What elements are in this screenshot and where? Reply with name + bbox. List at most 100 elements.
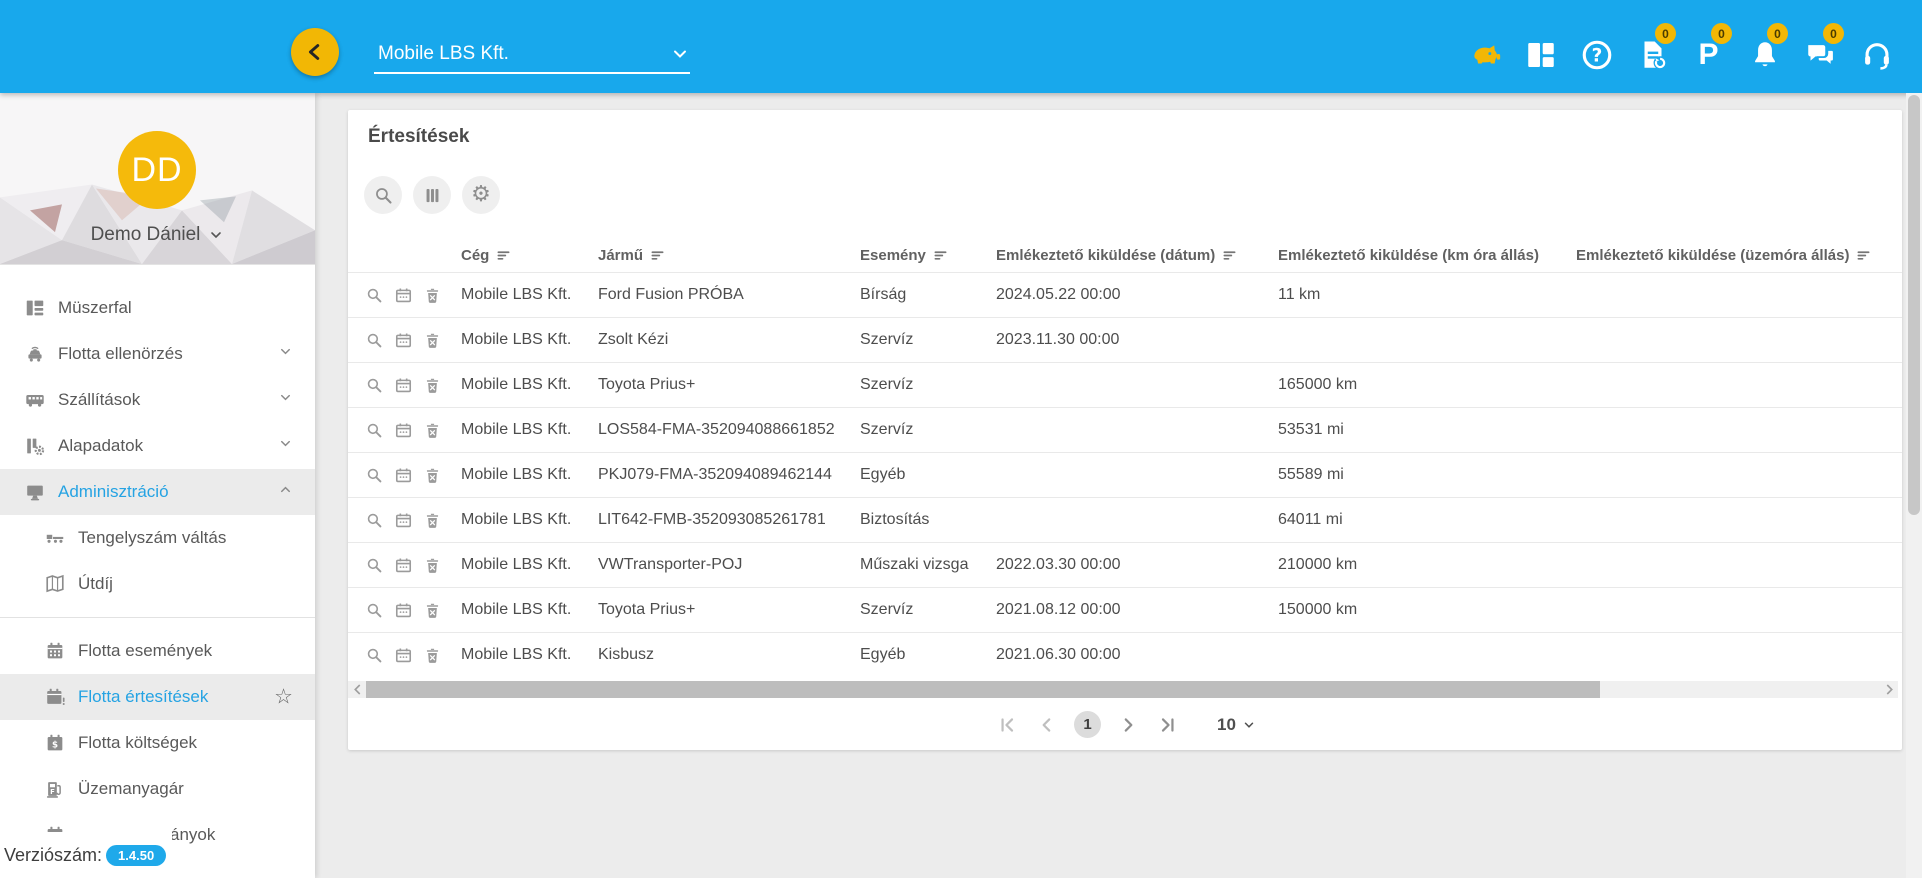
reports-button[interactable]: 0 xyxy=(1633,32,1672,72)
row-delete-button[interactable] xyxy=(423,331,442,350)
messages-button[interactable]: 0 xyxy=(1801,32,1840,72)
support-button[interactable] xyxy=(1857,32,1896,72)
last-page-button[interactable] xyxy=(1155,712,1181,738)
sidebar-item-label: Tengelyszám váltás xyxy=(78,528,226,548)
row-view-button[interactable] xyxy=(365,466,384,485)
row-delete-button[interactable] xyxy=(423,421,442,440)
row-view-button[interactable] xyxy=(365,511,384,530)
table-row[interactable]: Mobile LBS Kft. Ford Fusion PRÓBA Bírság… xyxy=(348,272,1902,317)
table-row[interactable]: Mobile LBS Kft. PKJ079-FMA-3520940894621… xyxy=(348,452,1902,497)
row-view-button[interactable] xyxy=(365,286,384,305)
horizontal-scroll-thumb[interactable] xyxy=(366,681,1600,698)
favorite-star-icon[interactable]: ☆ xyxy=(274,685,293,709)
help-button[interactable]: ? xyxy=(1577,32,1616,72)
sidebar-item-dashboard[interactable]: Müszerfal xyxy=(0,285,315,331)
row-delete-button[interactable] xyxy=(423,376,442,395)
previous-page-button[interactable] xyxy=(1034,712,1060,738)
cell-company: Mobile LBS Kft. xyxy=(461,556,598,574)
table-row[interactable]: Mobile LBS Kft. Toyota Prius+ Szervíz 20… xyxy=(348,587,1902,632)
row-view-button[interactable] xyxy=(365,421,384,440)
row-calendar-button[interactable] xyxy=(394,556,413,575)
cell-company: Mobile LBS Kft. xyxy=(461,376,598,394)
parking-button[interactable]: P 0 xyxy=(1689,32,1728,72)
version-badge: 1.4.50 xyxy=(106,845,166,866)
sidebar-item-administration[interactable]: Adminisztráció xyxy=(0,469,315,515)
pagination: 1 10 xyxy=(348,711,1902,738)
sidebar-item-master-data[interactable]: Alapadatok xyxy=(0,423,315,469)
chevron-down-icon xyxy=(208,227,224,243)
user-menu[interactable]: Demo Dániel xyxy=(0,224,315,246)
first-page-button[interactable] xyxy=(994,712,1020,738)
row-view-button[interactable] xyxy=(365,331,384,350)
cell-reminder-date: 2024.05.22 00:00 xyxy=(996,286,1278,304)
topbar: Mobile LBS Kft. ? 0 P 0 0 xyxy=(0,0,1922,93)
sidebar-item-toll[interactable]: Útdíj xyxy=(0,561,315,607)
row-delete-button[interactable] xyxy=(423,511,442,530)
row-view-button[interactable] xyxy=(365,601,384,620)
row-calendar-button[interactable] xyxy=(394,376,413,395)
help-icon: ? xyxy=(1580,38,1614,72)
header-company[interactable]: Cég xyxy=(461,247,598,264)
page-size-select[interactable]: 10 xyxy=(1217,715,1256,735)
sidebar-item-fuel-price[interactable]: F Üzemanyagár xyxy=(0,766,315,812)
avatar[interactable]: DD xyxy=(118,131,196,209)
row-calendar-button[interactable] xyxy=(394,511,413,530)
row-delete-button[interactable] xyxy=(423,646,442,665)
header-event[interactable]: Esemény xyxy=(860,247,996,264)
row-delete-button[interactable] xyxy=(423,601,442,620)
sidebar-item-transports[interactable]: Szállítások xyxy=(0,377,315,423)
row-calendar-button[interactable] xyxy=(394,646,413,665)
scroll-left-arrow[interactable] xyxy=(350,681,364,698)
vertical-scrollbar[interactable] xyxy=(1906,93,1922,878)
cell-vehicle: LOS584-FMA-352094088661852 xyxy=(598,421,860,439)
table-row[interactable]: Mobile LBS Kft. Kisbusz Egyéb 2021.06.30… xyxy=(348,632,1902,677)
horizontal-scrollbar[interactable] xyxy=(348,681,1898,698)
sidebar-item-fleet-notifications[interactable]: Flotta értesítések ☆ xyxy=(0,674,315,720)
next-page-button[interactable] xyxy=(1115,712,1141,738)
header-reminder-date[interactable]: Emlékeztető kiküldése (dátum) xyxy=(996,247,1278,264)
sidebar-item-label: Flotta értesítések xyxy=(78,687,208,707)
row-calendar-button[interactable] xyxy=(394,286,413,305)
row-view-button[interactable] xyxy=(365,646,384,665)
scroll-right-arrow[interactable] xyxy=(1882,681,1896,698)
search-button[interactable] xyxy=(364,176,402,214)
gear-icon: ⚙ xyxy=(471,184,491,206)
row-calendar-button[interactable] xyxy=(394,601,413,620)
cell-company: Mobile LBS Kft. xyxy=(461,646,598,664)
header-vehicle[interactable]: Jármű xyxy=(598,247,860,264)
back-button[interactable] xyxy=(291,28,339,76)
table-row[interactable]: Mobile LBS Kft. Zsolt Kézi Szervíz 2023.… xyxy=(348,317,1902,362)
header-reminder-km[interactable]: Emlékeztető kiküldése (km óra állás) xyxy=(1278,247,1576,264)
columns-button[interactable] xyxy=(413,176,451,214)
header-reminder-hours[interactable]: Emlékeztető kiküldése (üzemóra állás) xyxy=(1576,247,1902,264)
sidebar-item-fleet-check[interactable]: Flotta ellenörzés xyxy=(0,331,315,377)
row-delete-button[interactable] xyxy=(423,466,442,485)
company-select[interactable]: Mobile LBS Kft. xyxy=(374,36,690,74)
notifications-button[interactable]: 0 xyxy=(1745,32,1784,72)
row-view-button[interactable] xyxy=(365,556,384,575)
row-calendar-button[interactable] xyxy=(394,331,413,350)
table-row[interactable]: Mobile LBS Kft. LIT642-FMB-3520930852617… xyxy=(348,497,1902,542)
sidebar-item-fleet-costs[interactable]: $ Flotta költségek xyxy=(0,720,315,766)
row-delete-button[interactable] xyxy=(423,556,442,575)
table-row[interactable]: Mobile LBS Kft. VWTransporter-POJ Műszak… xyxy=(348,542,1902,587)
row-view-button[interactable] xyxy=(365,376,384,395)
row-delete-button[interactable] xyxy=(423,286,442,305)
piggy-bank-button[interactable] xyxy=(1465,32,1504,72)
cell-vehicle: VWTransporter-POJ xyxy=(598,556,860,574)
table-row[interactable]: Mobile LBS Kft. Toyota Prius+ Szervíz 16… xyxy=(348,362,1902,407)
row-calendar-button[interactable] xyxy=(394,466,413,485)
dashboard-grid-button[interactable] xyxy=(1521,32,1560,72)
settings-button[interactable]: ⚙ xyxy=(462,176,500,214)
sidebar-item-fleet-events[interactable]: Flotta események xyxy=(0,628,315,674)
vertical-scroll-thumb[interactable] xyxy=(1908,95,1920,515)
cell-vehicle: Toyota Prius+ xyxy=(598,601,860,619)
page-size-value: 10 xyxy=(1217,715,1236,735)
table-row[interactable]: Mobile LBS Kft. LOS584-FMA-3520940886618… xyxy=(348,407,1902,452)
current-page[interactable]: 1 xyxy=(1074,711,1101,738)
row-calendar-button[interactable] xyxy=(394,421,413,440)
sidebar-item-label: Flotta események xyxy=(78,641,212,661)
map-icon xyxy=(44,573,66,595)
table-toolbar: ⚙ xyxy=(364,176,500,214)
sidebar-item-axle-change[interactable]: Tengelyszám váltás xyxy=(0,515,315,561)
